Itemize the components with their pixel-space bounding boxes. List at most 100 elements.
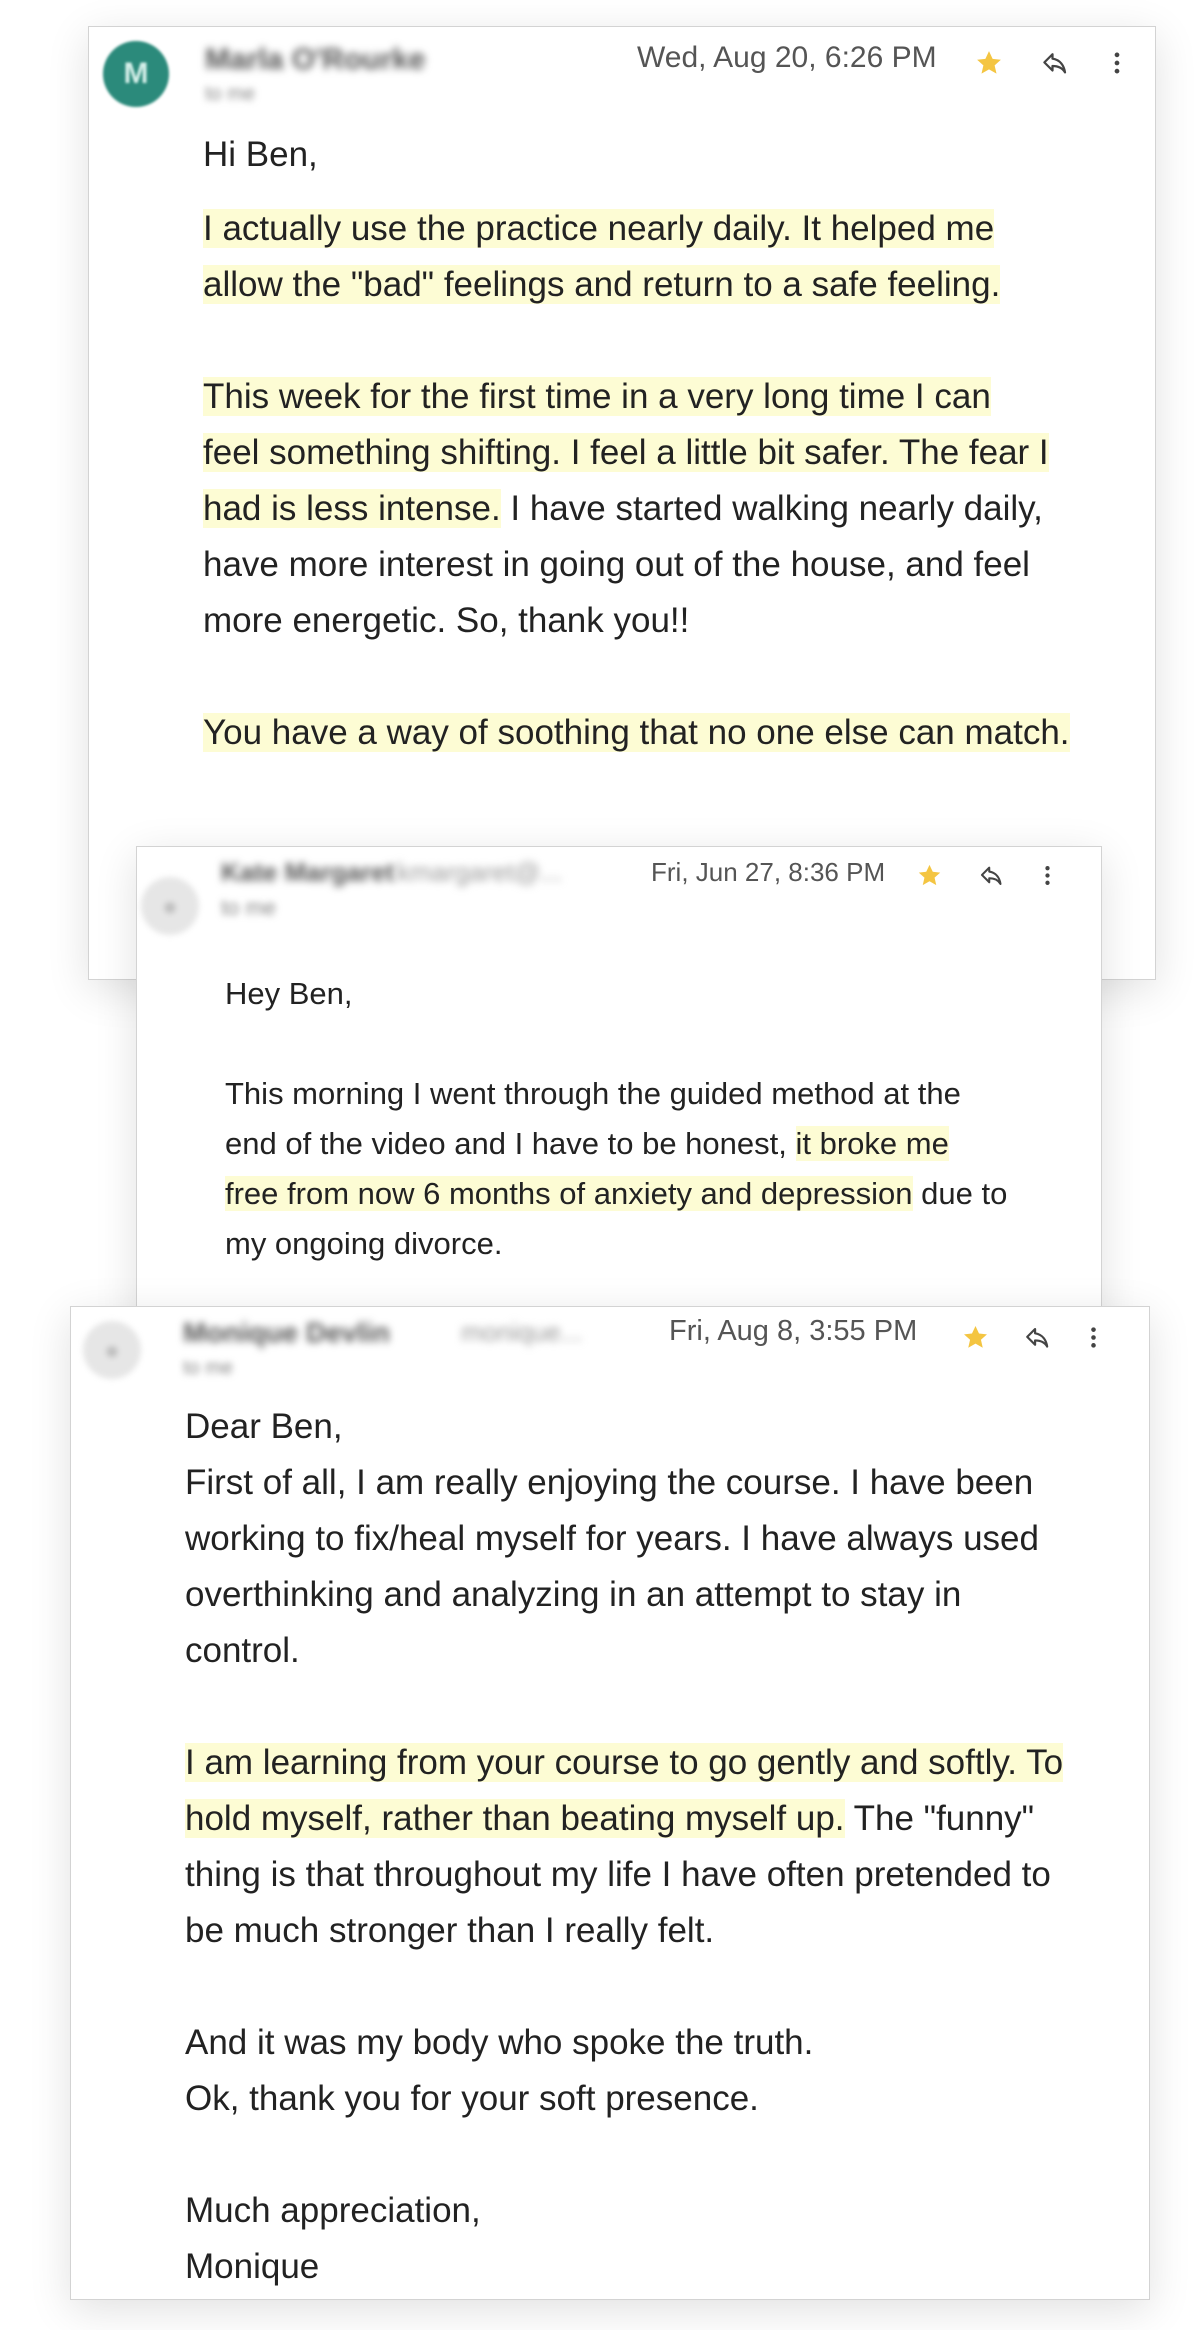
highlighted-text: free from now 6 months of anxiety and de… <box>225 1176 913 1211</box>
email-header: ● Kate Margaret kmargaret@... to me Fri,… <box>137 847 1101 957</box>
body-text: Hi Ben, <box>203 135 318 174</box>
email-line: Much appreciation, <box>185 2183 1135 2239</box>
email-header: M Marla O'Rourke to me Wed, Aug 20, 6:26… <box>89 27 1155 137</box>
recipient-label: to me <box>221 895 277 920</box>
body-text: This morning I went through the guided m… <box>225 1076 961 1111</box>
email-paragraph: You have a way of soothing that no one e… <box>203 705 1143 761</box>
email-line: my ongoing divorce. <box>225 1219 1085 1269</box>
avatar[interactable]: ● <box>83 1321 141 1379</box>
more-vert-icon[interactable] <box>1071 1315 1115 1359</box>
body-text: First of all, I am really enjoying the c… <box>185 1463 1034 1502</box>
email-line: thing is that throughout my life I have … <box>185 1847 1135 1903</box>
star-icon[interactable] <box>953 1315 997 1359</box>
avatar-placeholder-icon: ● <box>162 890 178 921</box>
highlighted-text: I am learning from your course to go gen… <box>185 1743 1064 1782</box>
email-line: hold myself, rather than beating myself … <box>185 1791 1135 1847</box>
email-line: This morning I went through the guided m… <box>225 1069 1085 1119</box>
email-line: I am learning from your course to go gen… <box>185 1735 1135 1791</box>
email-paragraph: This morning I went through the guided m… <box>225 1069 1085 1269</box>
body-text: working to fix/heal myself for years. I … <box>185 1519 1039 1558</box>
body-text: be much stronger than I really felt. <box>185 1911 715 1950</box>
email-paragraph: Hey Ben, <box>225 969 1085 1019</box>
highlighted-text: I actually use the practice nearly daily… <box>203 209 995 248</box>
recipient-label: to me <box>205 83 256 105</box>
body-text: And it was my body who spoke the truth. <box>185 2023 814 2062</box>
body-text: Dear Ben, <box>185 1407 343 1446</box>
email-body: Hey Ben, This morning I went through the … <box>225 969 1085 1325</box>
email-date: Fri, Aug 8, 3:55 PM <box>669 1315 918 1347</box>
body-text: Monique <box>185 2247 320 2286</box>
sender-email: monique... <box>461 1317 583 1347</box>
body-text: Ok, thank you for your soft presence. <box>185 2079 759 2118</box>
reply-icon[interactable] <box>1015 1315 1059 1359</box>
email-line: feel something shifting. I feel a little… <box>203 425 1143 481</box>
body-text: have more interest in going out of the h… <box>203 545 1030 584</box>
body-text: my ongoing divorce. <box>225 1226 503 1261</box>
email-line: Hi Ben, <box>203 127 1143 183</box>
body-text: due to <box>912 1176 1008 1211</box>
email-line: Monique <box>185 2239 1135 2295</box>
email-paragraph: This week for the first time in a very l… <box>203 369 1143 649</box>
email-line: First of all, I am really enjoying the c… <box>185 1455 1135 1511</box>
email-paragraph: Dear Ben, First of all, I am really enjoy… <box>185 1399 1135 1679</box>
highlighted-text: it broke me <box>795 1126 949 1161</box>
body-text: more energetic. So, thank you!! <box>203 601 690 640</box>
email-card-kate: ● Kate Margaret kmargaret@... to me Fri,… <box>136 846 1102 1326</box>
highlighted-text: You have a way of soothing that no one e… <box>203 713 1070 752</box>
highlighted-text: This week for the first time in a very l… <box>203 377 991 416</box>
email-paragraph: And it was my body who spoke the truth. O… <box>185 2015 1135 2127</box>
sender-name[interactable]: Monique Devlin <box>183 1317 390 1349</box>
body-text: thing is that throughout my life I have … <box>185 1855 1051 1894</box>
body-text: I have started walking nearly daily, <box>500 489 1043 528</box>
body-text: Hey Ben, <box>225 976 353 1011</box>
recipient-label: to me <box>183 1357 234 1379</box>
highlighted-text: feel something shifting. I feel a little… <box>203 433 1049 472</box>
email-line: end of the video and I have to be honest… <box>225 1119 1085 1169</box>
email-date: Wed, Aug 20, 6:26 PM <box>637 41 937 74</box>
sender-name[interactable]: Kate Margaret <box>221 857 394 888</box>
email-line: This week for the first time in a very l… <box>203 369 1143 425</box>
highlighted-text: hold myself, rather than beating myself … <box>185 1799 845 1838</box>
highlighted-text: allow the "bad" feelings and return to a… <box>203 265 1001 304</box>
email-date: Fri, Jun 27, 8:36 PM <box>651 857 886 887</box>
highlighted-text: had is less intense. <box>203 489 501 528</box>
email-body: Dear Ben, First of all, I am really enjoy… <box>185 1399 1135 2295</box>
email-line: You have a way of soothing that no one e… <box>203 705 1143 761</box>
email-line: Hey Ben, <box>225 969 1085 1019</box>
email-line: And it was my body who spoke the truth. <box>185 2015 1135 2071</box>
email-line: I actually use the practice nearly daily… <box>203 201 1143 257</box>
email-paragraph: I actually use the practice nearly daily… <box>203 201 1143 313</box>
email-line: working to fix/heal myself for years. I … <box>185 1511 1135 1567</box>
email-line: overthinking and analyzing in an attempt… <box>185 1567 1135 1623</box>
reply-icon[interactable] <box>1033 41 1077 85</box>
body-text: Much appreciation, <box>185 2191 481 2230</box>
email-card-monique: ● Monique Devlin monique... to me Fri, A… <box>70 1306 1150 2300</box>
body-text: control. <box>185 1631 300 1670</box>
email-line: more energetic. So, thank you!! <box>203 593 1143 649</box>
email-paragraph: I am learning from your course to go gen… <box>185 1735 1135 1959</box>
email-line: Ok, thank you for your soft presence. <box>185 2071 1135 2127</box>
more-vert-icon[interactable] <box>1027 855 1067 895</box>
avatar-initial: M <box>123 57 149 90</box>
reply-icon[interactable] <box>971 855 1011 895</box>
email-line: allow the "bad" feelings and return to a… <box>203 257 1143 313</box>
more-vert-icon[interactable] <box>1095 41 1139 85</box>
email-paragraph: Much appreciation, Monique <box>185 2183 1135 2295</box>
body-text: overthinking and analyzing in an attempt… <box>185 1575 962 1614</box>
sender-name[interactable]: Marla O'Rourke <box>205 43 426 77</box>
email-line: free from now 6 months of anxiety and de… <box>225 1169 1085 1219</box>
avatar[interactable]: ● <box>141 877 199 935</box>
email-line: have more interest in going out of the h… <box>203 537 1143 593</box>
body-text: end of the video and I have to be honest… <box>225 1126 796 1161</box>
avatar[interactable]: M <box>103 41 169 107</box>
email-line: control. <box>185 1623 1135 1679</box>
email-line: Dear Ben, <box>185 1399 1135 1455</box>
avatar-placeholder-icon: ● <box>104 1334 120 1365</box>
email-line: be much stronger than I really felt. <box>185 1903 1135 1959</box>
star-icon[interactable] <box>909 855 949 895</box>
email-paragraph: Hi Ben, <box>203 127 1143 183</box>
email-card-marla: M Marla O'Rourke to me Wed, Aug 20, 6:26… <box>88 26 1156 980</box>
star-icon[interactable] <box>967 41 1011 85</box>
body-text: The "funny" <box>844 1799 1035 1838</box>
email-body: Hi Ben, I actually use the practice nearl… <box>203 127 1143 761</box>
